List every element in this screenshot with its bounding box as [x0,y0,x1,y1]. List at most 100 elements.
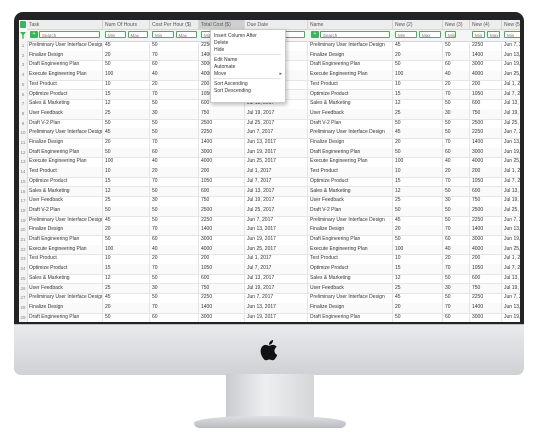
filter-max-input[interactable]: Max [175,31,197,38]
table-cell[interactable]: 4000 [470,157,502,168]
table-cell[interactable]: 15 [103,264,150,274]
column-header[interactable]: Cost Per Hour ($) [150,20,199,30]
table-cell[interactable]: Jul 19, 2017 [502,109,520,119]
table-cell[interactable]: 45 [103,293,150,303]
table-cell[interactable]: Jun 19, 2017 [245,312,308,322]
filter-min-input[interactable]: Min [395,31,417,38]
table-cell[interactable]: Jun 25, 2017 [502,245,520,255]
table-cell[interactable]: 25 [103,283,150,294]
table-cell[interactable]: 20 [443,79,470,90]
table-cell[interactable]: 70 [443,89,470,100]
table-cell[interactable]: Test Product [27,254,103,265]
filter-add-button[interactable]: + [311,31,319,38]
table-cell[interactable]: Jun 7, 2017 [502,128,520,138]
table-cell[interactable]: Draft V-2 Plan [27,118,103,129]
table-cell[interactable]: 25 [393,196,443,206]
table-cell[interactable]: Finalize Design [27,225,103,235]
context-menu-item[interactable]: Automate [214,64,235,70]
table-cell[interactable]: Jun 13, 2017 [502,51,520,61]
table-cell[interactable]: Jun 13, 2017 [502,225,520,235]
filter-min-input[interactable]: Min [105,31,126,38]
table-cell[interactable]: 1400 [470,225,502,235]
table-cell[interactable]: Draft Engineering Plan [308,147,393,158]
filter-search-input[interactable]: Search [39,31,100,38]
table-cell[interactable]: Jun 13, 2017 [245,225,308,235]
table-cell[interactable]: 100 [103,157,150,168]
table-cell[interactable]: 30 [150,196,199,206]
table-cell[interactable]: 50 [393,118,443,129]
table-cell[interactable]: 100 [393,157,443,168]
context-menu-item[interactable]: Hide [214,47,224,53]
table-cell[interactable]: 50 [103,60,150,71]
table-cell[interactable]: Finalize Design [27,50,103,61]
table-cell[interactable]: 2250 [470,215,502,226]
table-cell[interactable]: Sales & Marketing [27,273,103,284]
table-cell[interactable]: 50 [150,118,199,129]
column-header[interactable]: New (5) [502,20,520,30]
table-cell[interactable]: Test Product [27,79,103,90]
table-cell[interactable]: 60 [443,312,470,322]
table-cell[interactable]: Sales & Marketing [308,273,393,284]
table-cell[interactable]: User Feedback [308,108,393,119]
table-cell[interactable]: 40 [443,157,470,168]
table-cell[interactable]: 12 [393,273,443,284]
table-cell[interactable]: 50 [443,128,470,138]
table-row[interactable]: 29 Draft Engineering Plan 50 60 3000 Jun 19, … [19,312,520,322]
table-cell[interactable]: 45 [393,41,443,51]
table-cell[interactable]: 10 [393,254,443,265]
table-cell[interactable]: Jun 7, 2017 [245,293,308,303]
table-cell[interactable]: 40 [443,70,470,80]
table-cell[interactable]: 50 [393,60,443,71]
table-cell[interactable]: Jun 19, 2017 [502,148,520,158]
filter-icon[interactable] [20,32,26,39]
table-cell[interactable]: 20 [150,167,199,177]
table-cell[interactable]: Jun 13, 2017 [502,138,520,148]
table-cell[interactable]: 70 [443,264,470,274]
table-cell[interactable]: 50 [103,147,150,158]
table-cell[interactable]: 60 [150,60,199,71]
filter-max-input[interactable]: Max [419,31,441,38]
table-cell[interactable]: 1050 [470,89,502,100]
table-cell[interactable]: 600 [199,273,245,284]
table-cell[interactable]: 25 [393,283,443,294]
table-cell[interactable]: 15 [393,264,443,274]
table-cell[interactable]: Test Product [308,79,393,90]
context-menu-item[interactable]: Sort Ascending [214,81,248,87]
table-cell[interactable]: 20 [150,254,199,265]
table-cell[interactable]: 70 [150,176,199,187]
table-cell[interactable]: Jul 25, 2017 [502,206,520,216]
table-cell[interactable]: Jun 19, 2017 [245,235,308,245]
table-cell[interactable]: 100 [103,244,150,255]
filter-min-input[interactable]: Min [504,31,520,38]
table-cell[interactable]: 50 [443,273,470,284]
table-cell[interactable]: 750 [470,283,502,294]
table-cell[interactable]: 20 [443,254,470,265]
table-cell[interactable]: User Feedback [27,196,103,206]
table-cell[interactable]: Draft V-2 Plan [308,205,393,216]
table-cell[interactable]: Preliminary User Interface Design [27,293,103,303]
table-cell[interactable]: Jul 1, 2017 [502,254,520,264]
table-cell[interactable]: 60 [150,235,199,245]
table-cell[interactable]: Execute Engineering Plan [27,157,103,168]
table-cell[interactable]: 4000 [199,157,245,168]
table-cell[interactable]: Preliminary User Interface Design [308,41,393,51]
table-cell[interactable]: 100 [393,70,443,80]
table-cell[interactable]: Jun 7, 2017 [502,293,520,303]
table-cell[interactable]: Jun 25, 2017 [502,157,520,167]
table-cell[interactable]: 15 [103,176,150,187]
table-cell[interactable]: Optimize Product [308,176,393,187]
table-cell[interactable]: 2250 [470,41,502,51]
table-cell[interactable]: 70 [150,225,199,235]
table-cell[interactable]: Draft Engineering Plan [27,147,103,158]
table-cell[interactable]: 3000 [470,235,502,245]
table-cell[interactable]: Execute Engineering Plan [308,244,393,255]
table-cell[interactable]: 50 [150,293,199,303]
table-cell[interactable]: 30 [443,108,470,119]
column-header[interactable]: New (4) [470,20,502,30]
table-cell[interactable]: Jul 1, 2017 [502,167,520,177]
table-cell[interactable]: Jun 25, 2017 [245,157,308,168]
table-cell[interactable]: Execute Engineering Plan [308,70,393,80]
table-cell[interactable]: Jul 7, 2017 [502,264,520,274]
table-cell[interactable]: 10 [393,167,443,177]
table-cell[interactable]: 50 [443,215,470,226]
